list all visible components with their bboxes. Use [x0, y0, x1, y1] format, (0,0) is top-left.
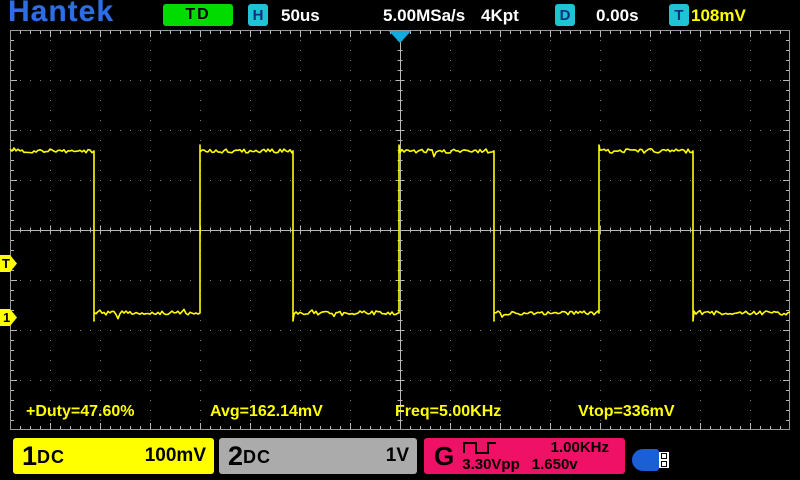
channel1-zero-marker[interactable]: 1 — [0, 309, 17, 326]
horizontal-offset-value: 0.00s — [596, 6, 639, 26]
sample-rate-value: 5.00MSa/s — [383, 6, 465, 26]
measurement-freq: Freq=5.00KHz — [395, 403, 501, 421]
channel1-status-box[interactable]: 1 DC 100mV — [13, 438, 214, 474]
trigger-position-marker[interactable] — [389, 31, 411, 43]
generator-offset: 1.650v — [532, 456, 578, 473]
trigger-menu-badge[interactable]: T — [669, 4, 689, 26]
oscilloscope-screen: Hantek TD H 50us 5.00MSa/s 4Kpt D 0.00s … — [0, 0, 800, 480]
generator-amplitude: 3.30Vpp — [462, 456, 520, 473]
trigger-level-flag-label: T — [2, 256, 10, 271]
horizontal-menu-badge[interactable]: H — [248, 4, 268, 26]
usb-body — [632, 449, 659, 471]
channel2-status-box[interactable]: 2 DC 1V — [219, 438, 417, 474]
generator-label: G — [434, 439, 454, 473]
channel1-coupling: DC — [37, 447, 65, 468]
channel2-number: 2 — [228, 439, 243, 473]
waveform-display: T 1 — [0, 30, 800, 430]
brand-logo: Hantek — [8, 0, 114, 27]
measurement-vtop: Vtop=336mV — [578, 403, 674, 421]
trigger-status-badge: TD — [163, 4, 233, 26]
usb-storage-icon[interactable] — [632, 449, 670, 471]
trigger-level-marker[interactable]: T — [0, 255, 17, 272]
top-status-bar: Hantek TD H 50us 5.00MSa/s 4Kpt D 0.00s … — [0, 0, 800, 30]
channel1-scale: 100mV — [145, 445, 206, 467]
channel1-zero-flag-label: 1 — [3, 310, 10, 325]
trigger-level-value: 108mV — [691, 6, 746, 26]
channel2-scale: 1V — [386, 445, 409, 467]
channel1-number: 1 — [22, 439, 37, 473]
channel2-coupling: DC — [243, 447, 271, 468]
usb-plug — [659, 452, 669, 468]
square-wave-icon — [462, 440, 498, 455]
timebase-value: 50us — [281, 6, 320, 26]
generator-status-box[interactable]: G 1.00KHz 3.30Vpp 1.650v — [424, 438, 625, 474]
generator-frequency: 1.00KHz — [551, 439, 609, 456]
delay-menu-badge[interactable]: D — [555, 4, 575, 26]
measurement-avg: Avg=162.14mV — [210, 403, 323, 421]
graticule-grid — [10, 30, 790, 430]
memory-depth-value: 4Kpt — [481, 6, 519, 26]
measurement-duty: +Duty=47.60% — [26, 403, 135, 421]
